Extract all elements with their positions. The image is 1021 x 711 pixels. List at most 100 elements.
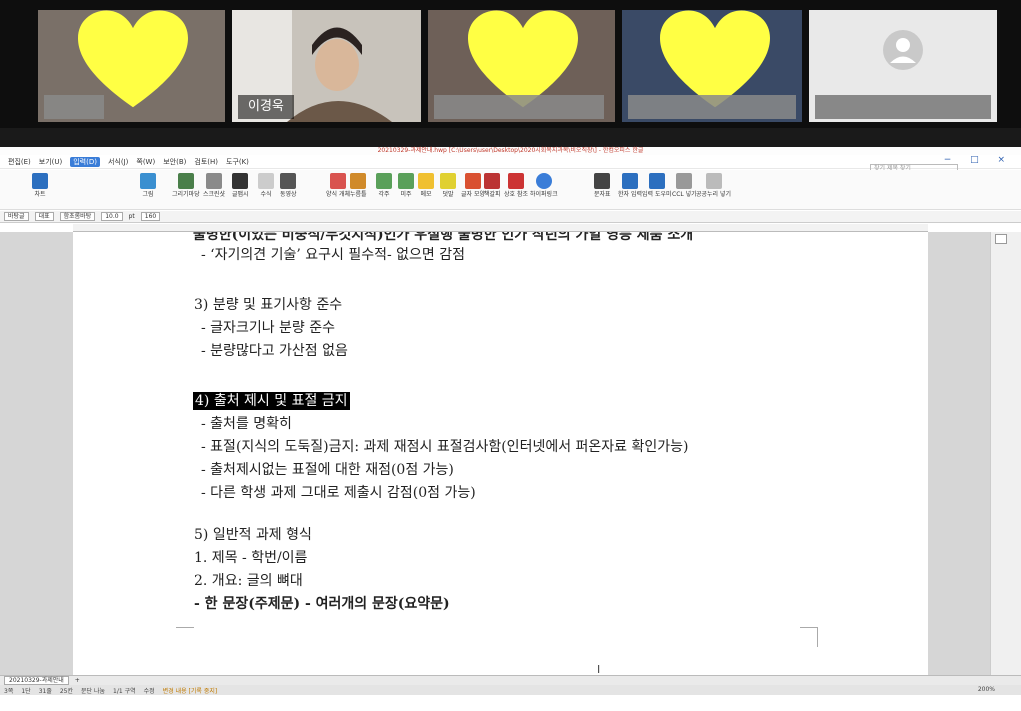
status-mode[interactable]: 수정 — [144, 686, 155, 695]
status-bar: 3쪽 1단 31줄 25칸 문단 나눔 1/1 구역 수정 변경 내용 [기록 … — [0, 685, 1021, 695]
input-tool-icon — [648, 173, 665, 189]
symbol-icon — [594, 173, 611, 189]
document-tab[interactable]: 20210329-과제안내 — [4, 676, 69, 685]
avatar-placeholder-icon — [883, 30, 923, 70]
font-size-input[interactable]: 10.0 — [101, 212, 123, 221]
participant-name-blurred — [815, 95, 991, 119]
menu-security[interactable]: 보안(B) — [163, 157, 186, 167]
hanja-icon — [622, 173, 638, 189]
ruler[interactable] — [73, 224, 928, 232]
screen: 이경욱 20210329-과제안내.hwp [C:\Users\user\Des… — [0, 0, 1021, 711]
formula-button[interactable]: 수식 — [258, 173, 274, 198]
endnote-icon — [398, 173, 414, 189]
status-section: 1단 — [21, 687, 31, 695]
status-column: 25칸 — [59, 687, 73, 695]
doc-line: - 다른 학생 과제 그대로 제출시 감점(0점 가능) — [201, 485, 476, 501]
hanja-button[interactable]: 한자 입력 — [618, 173, 642, 198]
selected-text: 4) 출처 제시 및 표절 금지 — [193, 392, 350, 410]
scrollbar-arrow-up[interactable] — [995, 234, 1007, 244]
chart-icon — [32, 173, 48, 189]
screenshot-button[interactable]: 스크린샷 — [203, 173, 225, 198]
globe-icon — [535, 173, 552, 189]
margin-corner-right — [800, 627, 818, 647]
doc-line: 2. 개요: 글의 뼈대 — [194, 573, 303, 589]
symbol-button[interactable]: 문자표 — [594, 173, 611, 198]
participant-tile-2[interactable]: 이경욱 — [232, 10, 421, 122]
para-select[interactable]: 대표 — [34, 212, 54, 221]
clipart-icon — [232, 173, 249, 189]
clipart-button[interactable]: 글맵시 — [232, 173, 249, 198]
footnote-button[interactable]: 각주 — [376, 173, 392, 198]
bookmark-icon — [484, 173, 501, 189]
participant-tile-5[interactable] — [809, 10, 997, 122]
font-unit: pt — [128, 213, 135, 220]
menu-insert[interactable]: 입력(D) — [70, 156, 100, 167]
cut-off-line: 불명한(이었는 비중적/부것지적)인가 우절행 불명한 인가 작년의 가일 영등… — [193, 232, 694, 243]
doc-line: 5) 일반적 과제 형식 — [194, 527, 312, 543]
bookmark-button[interactable]: 책갈피 — [484, 173, 501, 198]
document-tab-bar: 20210329-과제안내 + — [0, 675, 1021, 685]
reply-button[interactable]: 덧말 — [440, 173, 456, 198]
dropdown-button[interactable]: 누름틀 — [350, 173, 367, 198]
menu-view[interactable]: 보기(U) — [39, 157, 62, 167]
drawing-tools-button[interactable]: 그리기마당 — [172, 173, 200, 198]
participant-name-blurred — [434, 95, 604, 119]
menu-format[interactable]: 서식(J) — [108, 157, 128, 167]
doc-line: - 출처제시없는 표절에 대한 재점(0점 가능) — [201, 462, 454, 478]
style-select[interactable]: 바탕글 — [4, 212, 29, 221]
bullets-button[interactable]: 글자 모양 — [461, 173, 485, 198]
dropdown-icon — [350, 173, 367, 189]
picture-button[interactable]: 그림 — [140, 173, 156, 198]
menu-review[interactable]: 검토(H) — [194, 157, 218, 167]
participant-tile-3[interactable] — [428, 10, 615, 122]
doc-line: 3) 분량 및 표기사항 준수 — [194, 297, 343, 313]
open-license-button[interactable]: 공공누리 넣기 — [696, 173, 731, 198]
window-bottom — [0, 695, 1021, 711]
menu-bar: 편집(E) 보기(U) 입력(D) 서식(J) 쪽(W) 보안(B) 검토(H)… — [0, 155, 1021, 174]
crossref-button[interactable]: 상호 참조 — [504, 173, 528, 198]
drawing-icon — [177, 173, 194, 189]
window-title: 20210329-과제안내.hwp [C:\Users\user\Desktop… — [0, 147, 1021, 155]
memo-button[interactable]: 메모 — [418, 173, 434, 198]
doc-line: - 분량많다고 가산점 없음 — [201, 343, 348, 359]
doc-line: 1. 제목 - 학번/이름 — [194, 550, 308, 566]
input-tool-button[interactable]: 입력 도우미 — [642, 173, 672, 198]
footnote-icon — [376, 173, 392, 189]
chart-button[interactable]: 차트 — [32, 173, 48, 198]
document-page[interactable]: 불명한(이었는 비중적/부것지적)인가 우절행 불명한 인가 작년의 가일 영등… — [73, 232, 928, 682]
menu-tools[interactable]: 도구(K) — [226, 157, 249, 167]
crossref-icon — [508, 173, 524, 189]
ccl-button[interactable]: CCL 넣기 — [672, 173, 697, 198]
bullets-icon — [465, 173, 481, 189]
status-para: 문단 나눔 — [81, 687, 105, 695]
video-icon — [280, 173, 297, 189]
doc-line: - ‘자기의견 기술’ 요구시 필수적- 없으면 감점 — [201, 247, 466, 263]
zoom-input[interactable]: 160 — [140, 212, 161, 221]
ccl-icon — [676, 173, 693, 189]
screenshot-icon — [206, 173, 223, 189]
vertical-scrollbar[interactable] — [990, 232, 1021, 682]
field-button[interactable]: 양식 개체 — [326, 173, 350, 198]
doc-line: - 한 문장(주제문) - 여러개의 문장(요약문) — [194, 596, 450, 612]
hyperlink-button[interactable]: 하이퍼링크 — [530, 173, 558, 198]
participant-name-blurred — [44, 95, 104, 119]
zoom-level[interactable]: 200% — [978, 685, 995, 695]
menu-edit[interactable]: 편집(E) — [8, 157, 31, 167]
participant-tile-4[interactable] — [622, 10, 802, 122]
video-button[interactable]: 동영상 — [280, 173, 297, 198]
add-tab-button[interactable]: + — [75, 677, 80, 684]
ribbon-toolbar: 차트 그림 그리기마당 스크린샷 글맵시 수식 동영상 양식 개체 누름틀 각주… — [0, 170, 1021, 210]
field-icon — [330, 173, 346, 189]
endnote-button[interactable]: 미주 — [398, 173, 414, 198]
doc-line-highlighted: 4) 출처 제시 및 표절 금지 — [193, 390, 350, 410]
reply-icon — [440, 173, 456, 189]
menu-page[interactable]: 쪽(W) — [136, 157, 155, 167]
participant-tile-1[interactable] — [38, 10, 225, 122]
window-controls[interactable]: − □ × — [944, 155, 1013, 165]
formula-icon — [258, 173, 274, 189]
track-changes-status[interactable]: 변경 내용 [기록 중지] — [163, 686, 218, 695]
participant-name-blurred — [628, 95, 796, 119]
font-select[interactable]: 함초롬바탕 — [59, 212, 96, 221]
format-toolbar: 바탕글 대표 함초롬바탕 10.0 pt 160 — [0, 211, 1021, 223]
memo-icon — [418, 173, 434, 189]
